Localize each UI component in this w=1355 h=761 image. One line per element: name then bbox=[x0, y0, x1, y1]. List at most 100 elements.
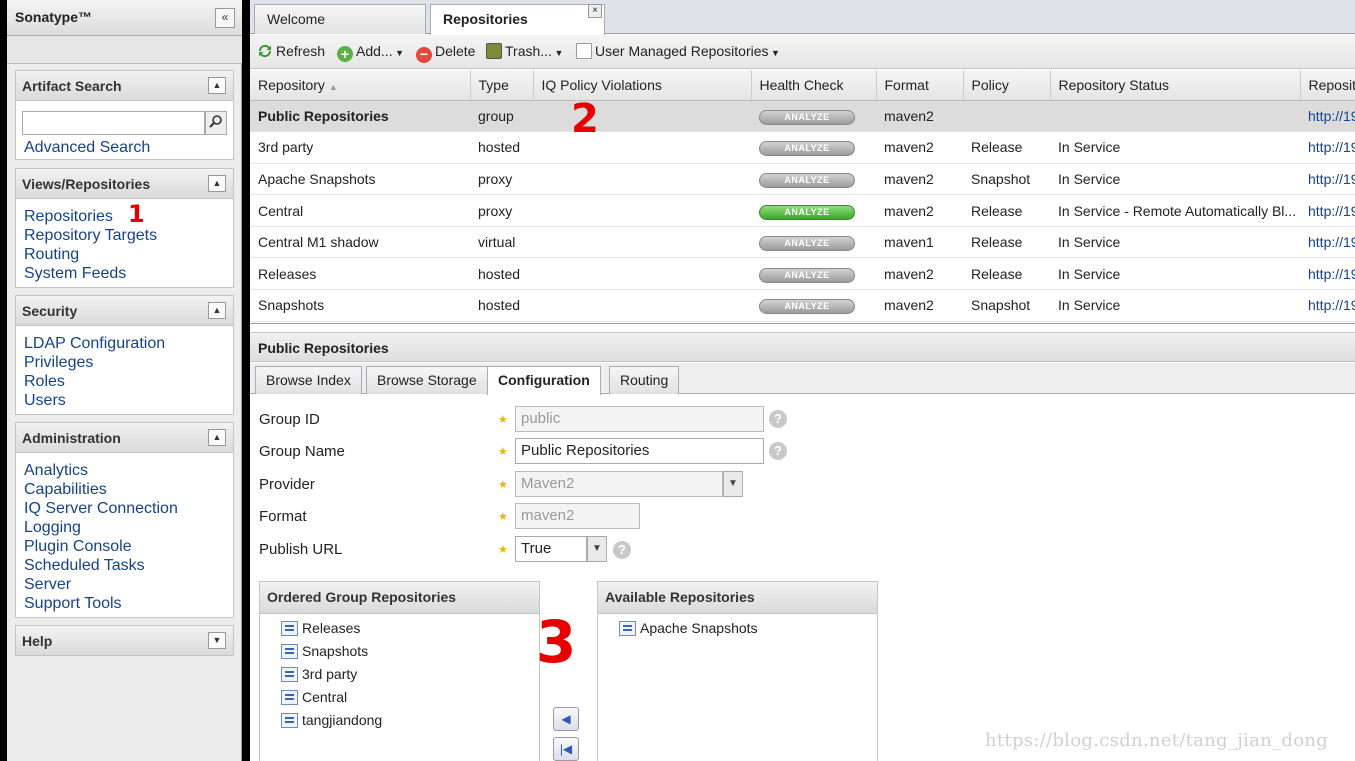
list-item-label: Releases bbox=[302, 620, 361, 636]
help-icon[interactable]: ? bbox=[769, 442, 787, 460]
available-repositories-list: Apache Snapshots bbox=[598, 614, 877, 640]
cell-name: Releases bbox=[250, 257, 470, 291]
list-item[interactable]: Apache Snapshots bbox=[619, 617, 877, 640]
views-repositories-panel: Views/Repositories ▲ Repositories Reposi… bbox=[15, 168, 234, 288]
administration-title: Administration bbox=[22, 430, 121, 446]
table-row[interactable]: Apache Snapshots proxy ANALYZE maven2 Snapsh… bbox=[250, 163, 1355, 196]
tab-bar: Welcome Repositories × bbox=[250, 0, 1355, 35]
analyze-button[interactable]: ANALYZE bbox=[759, 141, 855, 157]
nav-server[interactable]: Server bbox=[24, 575, 225, 594]
nav-privileges[interactable]: Privileges bbox=[24, 353, 225, 372]
move-first-button[interactable]: |◀ bbox=[553, 737, 579, 761]
move-left-button[interactable]: ◀ bbox=[553, 707, 579, 731]
artifact-search-header[interactable]: Artifact Search ▲ bbox=[16, 71, 233, 101]
nav-repository-targets[interactable]: Repository Targets bbox=[24, 226, 225, 245]
table-row[interactable]: Releases hosted ANALYZE maven2 Release In Ser… bbox=[250, 257, 1355, 291]
expand-down-icon[interactable]: ▼ bbox=[208, 632, 226, 649]
nav-logging[interactable]: Logging bbox=[24, 518, 225, 537]
collapse-up-icon[interactable]: ▲ bbox=[208, 77, 226, 94]
repository-icon bbox=[281, 621, 298, 636]
cell-policy: Release bbox=[963, 257, 1050, 291]
column-header-health-check[interactable]: Health Check bbox=[751, 70, 877, 101]
nav-users[interactable]: Users bbox=[24, 391, 225, 410]
detail-title-bar: Public Repositories bbox=[250, 332, 1355, 362]
help-icon[interactable]: ? bbox=[769, 410, 787, 428]
column-header-iq-policy[interactable]: IQ Policy Violations bbox=[533, 70, 752, 101]
table-row[interactable]: Public Repositories group ANALYZE maven2 htt… bbox=[250, 100, 1355, 133]
cell-type: proxy bbox=[470, 163, 533, 196]
collapse-up-icon[interactable]: ▲ bbox=[208, 302, 226, 319]
column-header-format[interactable]: Format bbox=[876, 70, 964, 101]
publish-url-select[interactable]: True bbox=[515, 536, 587, 562]
nav-support-tools[interactable]: Support Tools bbox=[24, 594, 225, 613]
tab-configuration[interactable]: Configuration bbox=[487, 366, 601, 395]
nav-ldap-configuration[interactable]: LDAP Configuration bbox=[24, 334, 225, 353]
cell-format: maven2 bbox=[876, 163, 963, 196]
tab-routing[interactable]: Routing bbox=[609, 366, 680, 394]
nav-iq-server-connection[interactable]: IQ Server Connection bbox=[24, 499, 225, 518]
table-row[interactable]: Central proxy ANALYZE maven2 Release In Servi… bbox=[250, 194, 1355, 227]
advanced-search-link[interactable]: Advanced Search bbox=[24, 138, 150, 157]
search-icon[interactable] bbox=[205, 111, 227, 135]
tab-browse-index[interactable]: Browse Index bbox=[255, 366, 362, 394]
chevron-down-icon[interactable]: ▼ bbox=[587, 536, 607, 562]
group-name-input[interactable]: Public Repositories bbox=[515, 438, 764, 464]
column-header-type[interactable]: Type bbox=[470, 70, 534, 101]
format-label: Format bbox=[259, 508, 307, 525]
ordered-group-panel: Ordered Group Repositories Releases Snaps… bbox=[259, 581, 540, 761]
administration-header[interactable]: Administration ▲ bbox=[16, 423, 233, 453]
table-row[interactable]: Central M1 shadow virtual ANALYZE maven1 Rel… bbox=[250, 226, 1355, 259]
list-item[interactable]: Central bbox=[281, 686, 539, 709]
brand-subbar bbox=[7, 36, 242, 64]
cell-iq-policy bbox=[533, 131, 751, 164]
table-row[interactable]: Snapshots hosted ANALYZE maven2 Snapshot In S… bbox=[250, 289, 1355, 322]
brand-title: Sonatype™ bbox=[15, 9, 93, 25]
tab-welcome[interactable]: Welcome bbox=[254, 4, 426, 34]
list-item[interactable]: Snapshots bbox=[281, 640, 539, 663]
column-header-path[interactable]: Repository Path bbox=[1300, 70, 1355, 101]
column-header-status[interactable]: Repository Status bbox=[1050, 70, 1301, 101]
analyze-button[interactable]: ANALYZE bbox=[759, 109, 855, 125]
views-repositories-header[interactable]: Views/Repositories ▲ bbox=[16, 169, 233, 199]
analyze-button[interactable]: ANALYZE bbox=[759, 236, 855, 252]
list-item[interactable]: tangjiandong bbox=[281, 709, 539, 732]
nav-repositories[interactable]: Repositories bbox=[24, 207, 225, 226]
security-header[interactable]: Security ▲ bbox=[16, 296, 233, 326]
nav-analytics[interactable]: Analytics bbox=[24, 461, 225, 480]
list-item-label: 3rd party bbox=[302, 666, 358, 682]
collapse-sidebar-button[interactable]: « bbox=[215, 8, 235, 28]
nav-system-feeds[interactable]: System Feeds bbox=[24, 264, 225, 283]
delete-button[interactable]: − Delete bbox=[416, 43, 475, 63]
tab-browse-storage[interactable]: Browse Storage bbox=[366, 366, 488, 394]
cell-name: Central bbox=[250, 194, 470, 227]
help-header[interactable]: Help ▼ bbox=[16, 626, 233, 656]
nav-capabilities[interactable]: Capabilities bbox=[24, 480, 225, 499]
table-body: Public Repositories group ANALYZE maven2 htt… bbox=[250, 100, 1355, 322]
analyze-button[interactable]: ANALYZE bbox=[759, 172, 855, 188]
column-header-policy[interactable]: Policy bbox=[963, 70, 1051, 101]
detail-title: Public Repositories bbox=[258, 340, 389, 356]
nav-scheduled-tasks[interactable]: Scheduled Tasks bbox=[24, 556, 225, 575]
column-header-repository[interactable]: Repository ▲ bbox=[250, 70, 471, 101]
analyze-button[interactable]: ANALYZE bbox=[759, 204, 855, 220]
analyze-button[interactable]: ANALYZE bbox=[759, 267, 855, 283]
help-icon[interactable]: ? bbox=[613, 541, 631, 559]
add-button[interactable]: + Add... ▼ bbox=[337, 43, 404, 62]
collapse-up-icon[interactable]: ▲ bbox=[208, 429, 226, 446]
nav-roles[interactable]: Roles bbox=[24, 372, 225, 391]
list-item[interactable]: 3rd party bbox=[281, 663, 539, 686]
nav-plugin-console[interactable]: Plugin Console bbox=[24, 537, 225, 556]
list-item[interactable]: Releases bbox=[281, 617, 539, 640]
repository-icon bbox=[281, 690, 298, 705]
collapse-up-icon[interactable]: ▲ bbox=[208, 175, 226, 192]
refresh-button[interactable]: Refresh bbox=[257, 43, 325, 59]
user-managed-repositories-button[interactable]: User Managed Repositories ▼ bbox=[576, 43, 780, 59]
search-input[interactable] bbox=[22, 111, 205, 135]
analyze-button[interactable]: ANALYZE bbox=[759, 299, 855, 315]
close-tab-icon[interactable]: × bbox=[588, 4, 602, 18]
repository-icon bbox=[619, 621, 636, 636]
nav-routing[interactable]: Routing bbox=[24, 245, 225, 264]
table-row[interactable]: 3rd party hosted ANALYZE maven2 Release In Se… bbox=[250, 131, 1355, 164]
trash-button[interactable]: Trash... ▼ bbox=[486, 43, 563, 59]
tab-repositories[interactable]: Repositories bbox=[430, 4, 605, 35]
